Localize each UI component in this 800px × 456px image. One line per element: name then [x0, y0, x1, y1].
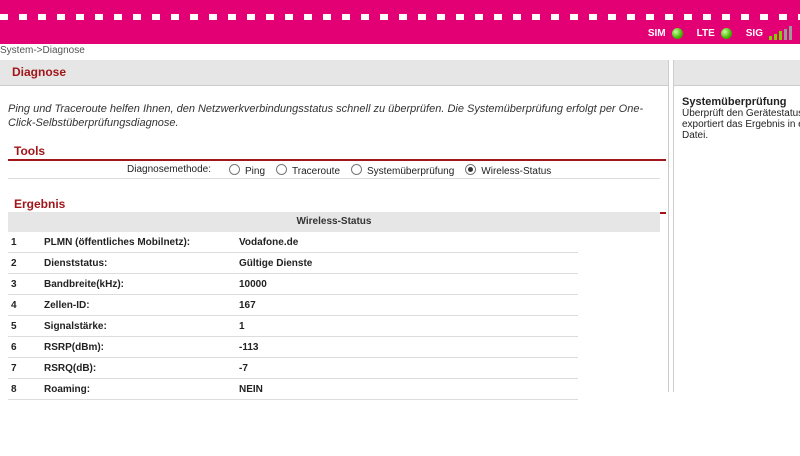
radio-button[interactable] — [351, 163, 362, 175]
radio-button[interactable] — [276, 163, 288, 175]
table-row: 2 Dienststatus: Gültige Dienste — [8, 253, 578, 274]
row-number: 4 — [11, 299, 17, 311]
row-value: -113 — [239, 341, 259, 353]
help-text-line: exportiert das Ergebnis in e — [682, 119, 800, 130]
page-description: Ping und Traceroute helfen Ihnen, den Ne… — [8, 103, 644, 129]
diagnose-method-row: Diagnosemethode: Ping Traceroute Systemübe… — [8, 161, 660, 179]
row-value: -7 — [239, 362, 248, 374]
radio-button[interactable] — [465, 163, 477, 175]
lte-status-led-icon — [720, 27, 732, 39]
row-key: RSRP(dBm): — [44, 341, 104, 353]
row-key: Zellen-ID: — [44, 299, 90, 311]
sim-label: SIM — [647, 27, 666, 39]
row-number: 7 — [11, 362, 17, 374]
table-row: 1 PLMN (öffentliches Mobilnetz): Vodafone.… — [8, 232, 578, 253]
top-header: SIM LTE SIG — [0, 0, 800, 44]
table-row: 5 Signalstärke: 1 — [8, 316, 578, 337]
method-option-label: Traceroute — [292, 165, 340, 177]
help-text-line: Überprüft den Gerätestatus — [682, 108, 800, 119]
lte-label: LTE — [696, 27, 715, 39]
signal-bar — [769, 36, 772, 40]
main-panel: Diagnose Ping und Traceroute helfen Ihne… — [0, 60, 669, 400]
row-value: NEIN — [239, 383, 263, 395]
method-option-0[interactable]: Ping — [229, 163, 266, 177]
table-row: 6 RSRP(dBm): -113 — [8, 337, 578, 358]
row-number: 8 — [11, 383, 17, 395]
method-options: Ping Traceroute Systemüberprüfung Wireless-… — [229, 163, 562, 177]
row-value: Vodafone.de — [239, 236, 299, 248]
signal-bar — [779, 31, 782, 40]
row-value: 10000 — [239, 278, 267, 290]
help-sidebar-header — [674, 60, 800, 86]
row-key: RSRQ(dB): — [44, 362, 97, 374]
help-text-line: Datei. — [682, 130, 709, 141]
signal-bar — [774, 33, 777, 40]
row-key: Signalstärke: — [44, 320, 107, 332]
row-value: 1 — [239, 320, 245, 332]
sim-status-led-icon — [671, 27, 683, 39]
header-dash-decoration — [0, 14, 800, 20]
method-option-3[interactable]: Wireless-Status — [465, 163, 552, 177]
sig-label: SIG — [745, 27, 763, 39]
row-key: Dienststatus: — [44, 257, 108, 269]
row-number: 3 — [11, 278, 17, 290]
method-option-2[interactable]: Systemüberprüfung — [351, 163, 455, 177]
result-table-title: Wireless-Status — [8, 212, 660, 232]
help-text: Überprüft den Gerätestatus exportiert das… — [674, 108, 800, 141]
row-key: Roaming: — [44, 383, 91, 395]
result-table: 1 PLMN (öffentliches Mobilnetz): Vodafone.… — [8, 232, 578, 400]
tools-heading: Tools — [8, 144, 666, 161]
status-indicators: SIM LTE SIG — [648, 26, 792, 40]
method-option-1[interactable]: Traceroute — [276, 163, 340, 177]
row-number: 5 — [11, 320, 17, 332]
row-key: Bandbreite(kHz): — [44, 278, 125, 290]
row-value: Gültige Dienste — [239, 257, 313, 269]
radio-button[interactable] — [229, 163, 240, 175]
method-option-label: Ping — [245, 165, 266, 177]
row-number: 2 — [11, 257, 17, 269]
table-row: 7 RSRQ(dB): -7 — [8, 358, 578, 379]
row-number: 6 — [11, 341, 17, 353]
breadcrumb: System->Diagnose — [0, 45, 85, 56]
page-title: Diagnose — [0, 60, 668, 86]
row-number: 1 — [11, 236, 17, 248]
help-heading: Systemüberprüfung — [682, 96, 787, 108]
table-row: 8 Roaming: NEIN — [8, 379, 578, 400]
signal-bar — [784, 28, 787, 40]
signal-bar — [789, 26, 792, 40]
help-sidebar: Systemüberprüfung Überprüft den Gerätest… — [673, 60, 800, 392]
table-row: 3 Bandbreite(kHz): 10000 — [8, 274, 578, 295]
row-value: 167 — [239, 299, 256, 311]
signal-strength-icon — [769, 26, 792, 40]
method-option-label: Wireless-Status — [481, 165, 552, 177]
method-option-label: Systemüberprüfung — [367, 165, 455, 177]
table-row: 4 Zellen-ID: 167 — [8, 295, 578, 316]
row-key: PLMN (öffentliches Mobilnetz): — [44, 236, 191, 248]
method-label: Diagnosemethode: — [127, 164, 211, 175]
